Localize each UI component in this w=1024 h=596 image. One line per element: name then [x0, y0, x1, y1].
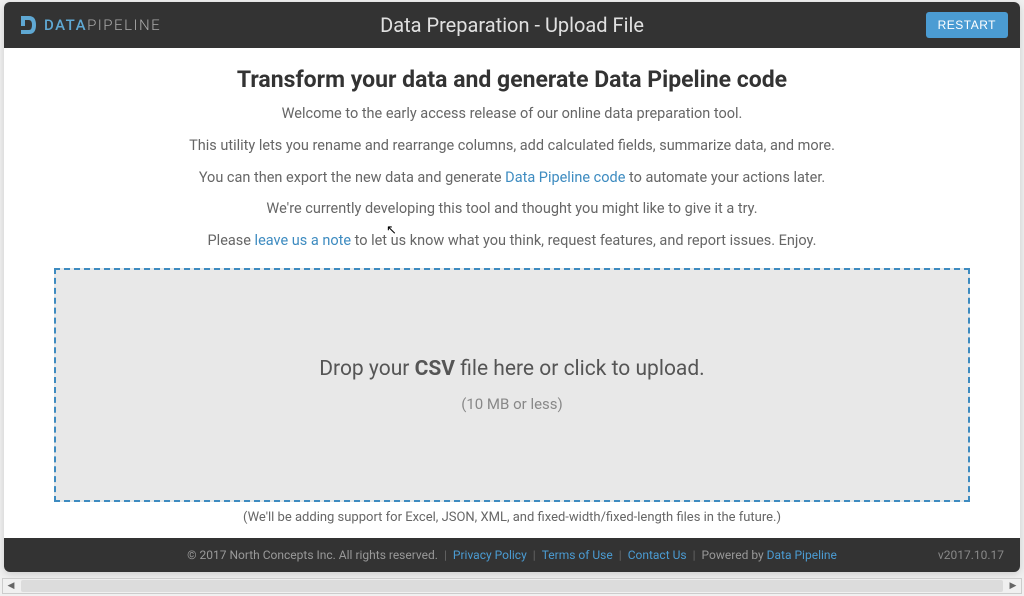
header-bar: DATAPIPELINE Data Preparation - Upload F… — [4, 2, 1020, 48]
contact-link[interactable]: Contact Us — [628, 548, 687, 562]
version-label: v2017.10.17 — [938, 548, 1004, 562]
main-content: Transform your data and generate Data Pi… — [4, 48, 1020, 538]
privacy-link[interactable]: Privacy Policy — [453, 548, 527, 562]
powered-by-text: Powered by Data Pipeline — [702, 548, 837, 562]
intro-line-4: We're currently developing this tool and… — [54, 198, 970, 220]
future-support-note: (We'll be adding support for Excel, JSON… — [54, 510, 970, 525]
logo-icon — [16, 13, 40, 37]
footer-bar: © 2017 North Concepts Inc. All rights re… — [4, 538, 1020, 572]
intro-line-1: Welcome to the early access release of o… — [54, 103, 970, 125]
scroll-right-arrow-icon[interactable]: ▶ — [1005, 579, 1021, 593]
logo-text: DATAPIPELINE — [44, 16, 161, 34]
intro-line-5: Please leave us a note to let us know wh… — [54, 230, 970, 252]
restart-button[interactable]: RESTART — [926, 12, 1008, 38]
dropzone-main-text: Drop your CSV file here or click to uplo… — [319, 357, 704, 381]
logo[interactable]: DATAPIPELINE — [16, 13, 161, 37]
app-window: DATAPIPELINE Data Preparation - Upload F… — [4, 2, 1020, 572]
powered-by-link[interactable]: Data Pipeline — [767, 548, 837, 562]
copyright-text: © 2017 North Concepts Inc. All rights re… — [187, 548, 438, 562]
terms-link[interactable]: Terms of Use — [542, 548, 613, 562]
leave-note-link[interactable]: leave us a note — [255, 232, 351, 249]
upload-dropzone[interactable]: Drop your CSV file here or click to uplo… — [54, 268, 970, 502]
intro-line-3: You can then export the new data and gen… — [54, 167, 970, 189]
dropzone-sub-text: (10 MB or less) — [461, 395, 563, 413]
horizontal-scrollbar[interactable]: ◀ ▶ — [2, 578, 1022, 594]
datapipeline-code-link[interactable]: Data Pipeline code — [505, 169, 625, 186]
intro-line-2: This utility lets you rename and rearran… — [54, 135, 970, 157]
page-title: Data Preparation - Upload File — [380, 13, 644, 37]
scroll-track[interactable] — [21, 580, 1003, 592]
main-heading: Transform your data and generate Data Pi… — [54, 66, 970, 93]
scroll-left-arrow-icon[interactable]: ◀ — [3, 579, 19, 593]
